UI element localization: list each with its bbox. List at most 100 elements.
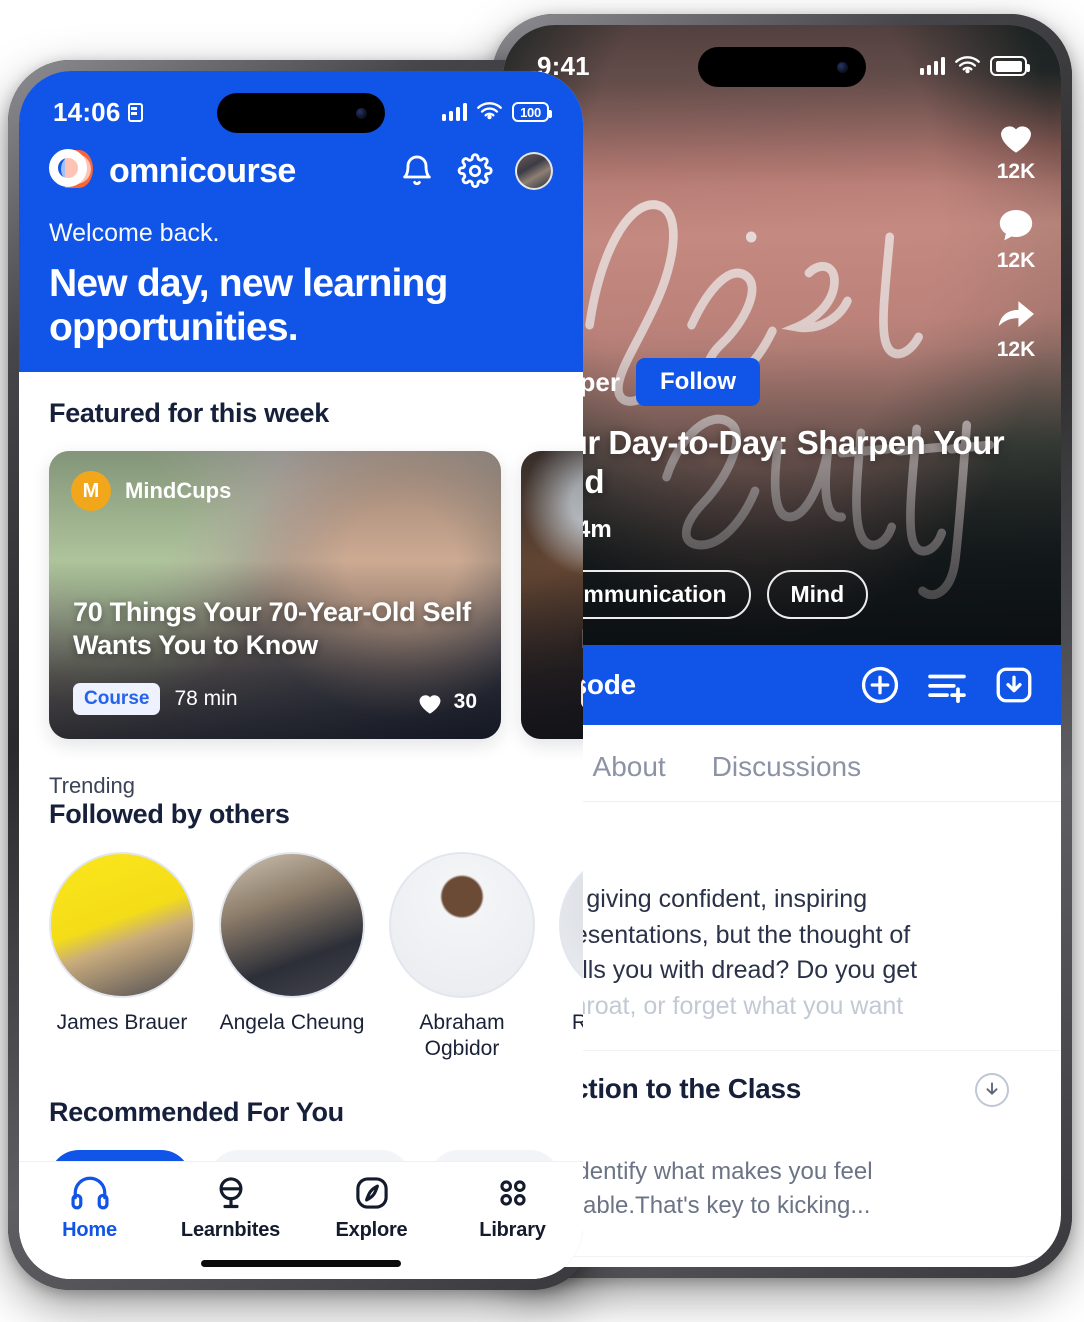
avatar xyxy=(559,852,583,999)
follow-button[interactable]: Follow xyxy=(636,358,760,407)
left-phone-screen: 14:06 100 omnicourse Welcome back. New d… xyxy=(19,71,583,1279)
tab-label: Library xyxy=(479,1219,546,1241)
trending-kicker: Trending xyxy=(49,773,136,799)
dynamic-island xyxy=(698,47,866,87)
featured-card-likes: 30 xyxy=(416,689,477,715)
avatar xyxy=(389,852,535,999)
person-name: James Brauer xyxy=(56,1011,188,1035)
lock-icon xyxy=(127,102,143,122)
episode-hero: 9:41 12K 12K 12K Follow Day-to-Day: Shar… xyxy=(503,25,1061,645)
lesson-item[interactable]: troduction to the Class 1 • 12m arn to i… xyxy=(503,1050,1061,1228)
hero-action-rail: 12K 12K 12K xyxy=(995,117,1037,362)
comment-bubble-icon xyxy=(999,210,1033,241)
brand-name: omnicourse xyxy=(109,151,296,190)
content-type-badge: Lea xyxy=(581,677,583,710)
list-item[interactable]: Richard Lee-Thai xyxy=(559,852,583,1061)
avatar xyxy=(49,852,195,999)
tab-discussions[interactable]: Discussions xyxy=(712,751,861,801)
battery-full-icon xyxy=(990,56,1030,76)
comment-action[interactable]: 12K xyxy=(996,206,1036,273)
right-phone-screen: 9:41 12K 12K 12K Follow Day-to-Day: Shar… xyxy=(503,25,1061,1267)
tab-label: Explore xyxy=(335,1219,408,1241)
person-name: Abraham Ogbidor xyxy=(419,1011,505,1060)
download-circle-icon[interactable] xyxy=(975,1073,1009,1107)
avatar xyxy=(219,852,365,999)
lesson-item[interactable]: troduction to the Class 1 • 12m xyxy=(503,1256,1061,1267)
tab-home[interactable]: Home xyxy=(19,1176,160,1242)
like-count: 12K xyxy=(996,160,1036,183)
tab-learnbites[interactable]: Learnbites xyxy=(160,1176,301,1242)
download-box-icon[interactable] xyxy=(993,664,1035,706)
compass-icon xyxy=(355,1177,388,1209)
grid-four-icon xyxy=(499,1180,526,1206)
cellular-signal-icon xyxy=(920,57,945,75)
tab-explore[interactable]: Explore xyxy=(301,1176,442,1242)
wifi-icon xyxy=(477,102,502,120)
tag-pill[interactable]: Mind xyxy=(766,570,869,619)
heart-filled-icon xyxy=(1001,126,1031,153)
user-avatar[interactable] xyxy=(515,152,553,190)
publisher-avatar: M xyxy=(71,471,111,512)
list-item[interactable]: Abraham Ogbidor xyxy=(389,852,535,1061)
content-type-badge: Course xyxy=(73,683,161,716)
summary-heading: y xyxy=(503,802,1061,864)
featured-card[interactable]: M MindCups 70 Things Your 70-Year-Old Se… xyxy=(49,451,501,740)
comment-count: 12K xyxy=(996,249,1036,272)
playlist-add-icon[interactable] xyxy=(925,664,969,706)
like-action[interactable]: 12K xyxy=(996,117,1036,184)
battery-percent-text: 100 xyxy=(520,104,541,120)
author-row: Cooper Follow xyxy=(529,358,1035,407)
publisher-name: MindCups xyxy=(125,478,232,504)
person-name: Angela Cheung xyxy=(219,1011,365,1035)
topbar-actions xyxy=(399,152,553,190)
list-item[interactable]: Angela Cheung xyxy=(219,852,365,1061)
headline-text: New day, new learning opportunities. xyxy=(49,262,448,350)
featured-card-title: 70 Things Your 70-Year-Old Self Wants Yo… xyxy=(73,597,471,660)
home-indicator xyxy=(201,1260,401,1267)
headphones-icon xyxy=(70,1176,109,1210)
time-text: 14:06 xyxy=(53,96,121,127)
people-carousel[interactable]: James Brauer Angela Cheung Abraham Ogbid… xyxy=(19,852,583,1061)
home-body: Featured for this week M MindCups 70 Thi… xyxy=(19,372,583,1279)
share-arrow-icon xyxy=(998,301,1034,328)
left-phone-device: 14:06 100 omnicourse Welcome back. New d… xyxy=(8,60,594,1290)
list-item[interactable]: James Brauer xyxy=(49,852,195,1061)
front-camera-icon xyxy=(837,61,848,73)
tab-library[interactable]: Library xyxy=(442,1176,583,1242)
wifi-icon xyxy=(955,56,980,74)
brand-row: omnicourse xyxy=(49,149,296,193)
omnicourse-logo xyxy=(49,149,93,193)
episode-tags: nt Communication Mind xyxy=(503,570,1035,619)
featured-card-title: Re xyxy=(581,623,583,655)
plus-circle-icon[interactable] xyxy=(859,664,901,706)
featured-card-duration: 78 min xyxy=(174,687,238,711)
episode-tabs: ontent About Discussions xyxy=(503,725,1061,802)
tab-about[interactable]: About xyxy=(593,751,666,801)
tab-label: Home xyxy=(62,1219,117,1241)
share-action[interactable]: 12K xyxy=(995,295,1037,362)
recommended-title: Recommended For You xyxy=(49,1097,344,1128)
battery-percent-badge: 100 xyxy=(512,102,552,122)
episode-title: Your Day-to-Day: Sharpen Your Mind xyxy=(529,424,1005,500)
cellular-signal-icon xyxy=(442,103,467,121)
welcome-text: Welcome back. xyxy=(49,219,220,247)
featured-section-title: Featured for this week xyxy=(49,398,329,429)
episode-duration: 3h 24m xyxy=(529,516,1035,544)
like-count: 30 xyxy=(453,690,477,714)
front-camera-icon xyxy=(356,107,367,119)
bell-icon[interactable] xyxy=(399,153,435,189)
person-name: Richard Lee-Thai xyxy=(571,1011,583,1035)
hero-info: Cooper Follow Your Day-to-Day: Sharpen Y… xyxy=(503,358,1061,645)
summary-text: eam of giving confident, inspiring and p… xyxy=(503,864,1061,1024)
gear-icon[interactable] xyxy=(457,153,493,189)
screenshot-stage: 9:41 12K 12K 12K Follow Day-to-Day: Shar… xyxy=(0,0,1084,1322)
featured-card[interactable]: Re Lea xyxy=(521,451,583,740)
left-status-time: 14:06 xyxy=(53,97,143,128)
tab-label: Learnbites xyxy=(180,1219,281,1241)
featured-carousel[interactable]: M MindCups 70 Things Your 70-Year-Old Se… xyxy=(19,451,583,740)
dynamic-island xyxy=(217,93,385,133)
heart-filled-icon xyxy=(419,695,441,714)
trending-title: Followed by others xyxy=(49,799,290,830)
microphone-icon xyxy=(219,1177,242,1209)
episode-actionbar: Episode xyxy=(503,645,1061,725)
